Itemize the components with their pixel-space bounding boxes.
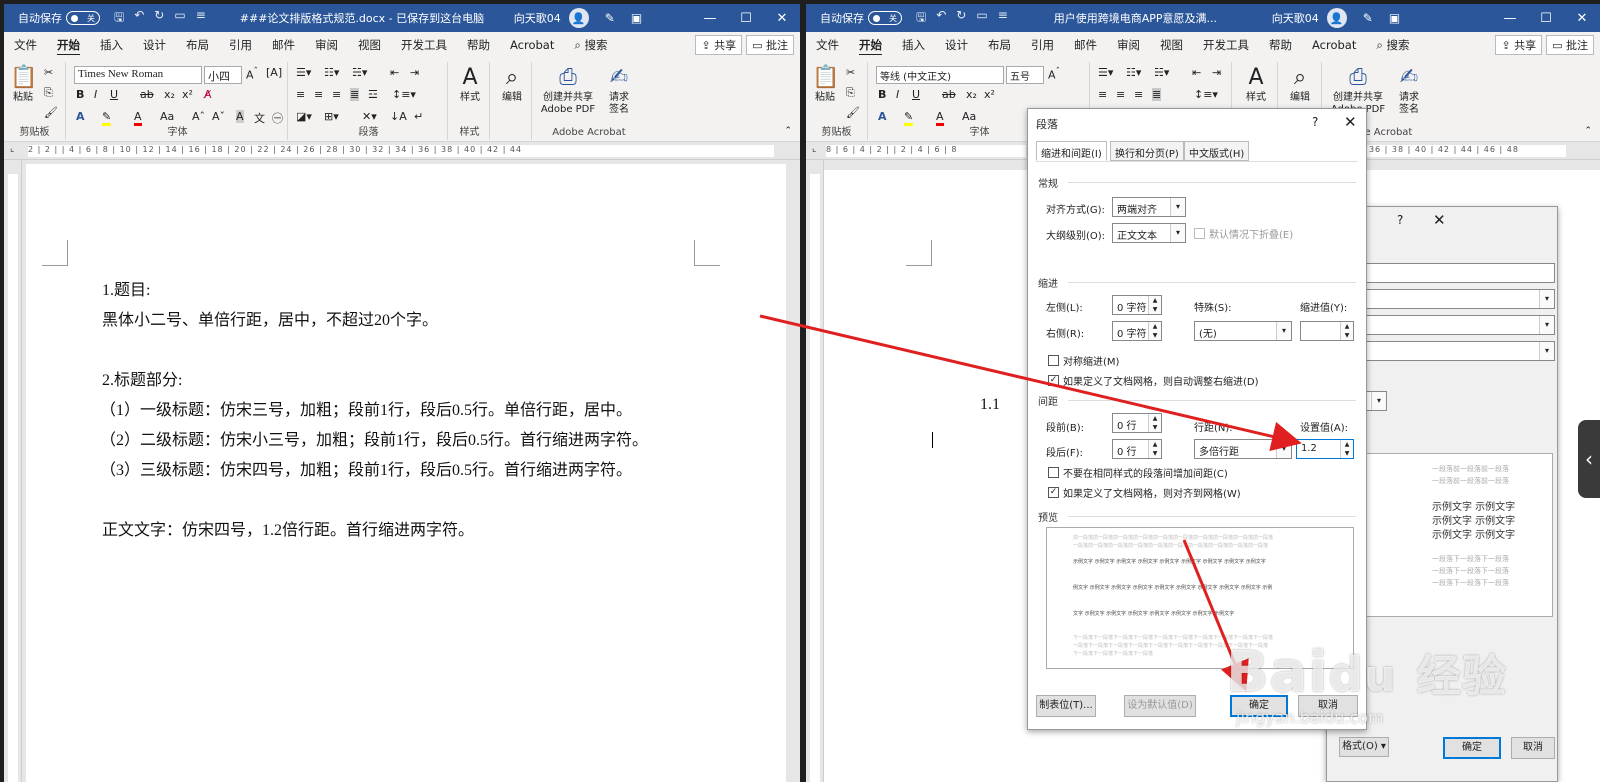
arrow-to-line-spacing (759, 314, 1302, 452)
baidu-url: jingyan.baidu.com (1236, 708, 1384, 727)
baidu-logo: Baidu 经验 (1226, 640, 1507, 705)
